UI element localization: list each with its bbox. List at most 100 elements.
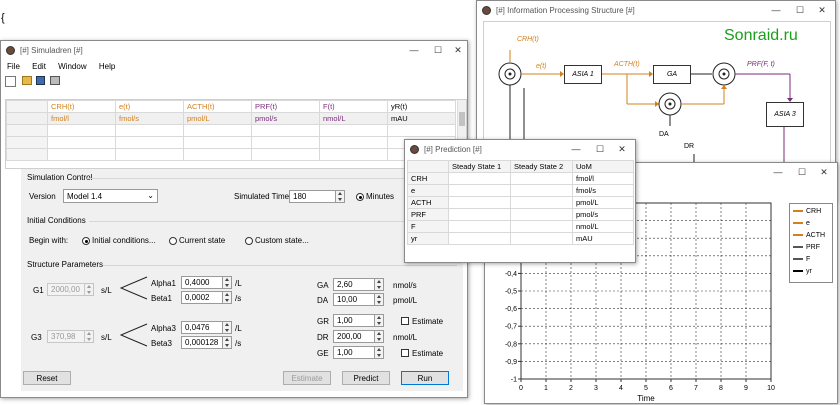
maximize-icon[interactable]: ☐ (593, 143, 607, 156)
ge-stepper[interactable] (375, 346, 384, 359)
close-icon[interactable]: ✕ (451, 44, 465, 57)
table-row[interactable]: PRF pmol/s (407, 208, 634, 221)
table-row[interactable]: CRH fmol/l (407, 172, 634, 185)
col-header[interactable]: Steady State 2 (510, 160, 573, 173)
ga-block[interactable]: GA (653, 65, 691, 84)
version-select[interactable]: Model 1.4 ⌄ (63, 189, 158, 203)
col-header[interactable]: UoM (572, 160, 634, 173)
maximize-icon[interactable]: ☐ (793, 4, 807, 17)
table-row[interactable] (6, 124, 456, 137)
menu-window[interactable]: Window (58, 62, 86, 71)
close-icon[interactable]: ✕ (815, 4, 829, 17)
table-row[interactable]: ACTH pmol/L (407, 196, 634, 209)
table-row[interactable] (6, 136, 456, 149)
scrollbar-thumb[interactable] (459, 112, 465, 126)
beta1-input[interactable] (181, 291, 223, 304)
data-grid: CRH(t) e(t) ACTH(t) PRF(t) F(t) yR(t) fm… (6, 100, 456, 161)
legend-item: PRF (793, 244, 820, 254)
da-stepper[interactable] (375, 293, 384, 306)
alpha1-input[interactable] (181, 276, 223, 289)
ga-input[interactable] (333, 278, 375, 291)
g3-input (47, 330, 85, 343)
asia3-block[interactable]: ASIA 3 (766, 102, 804, 127)
custom-state-radio[interactable] (245, 237, 253, 245)
table-row[interactable]: Fnmol/L (407, 220, 634, 233)
table-row[interactable]: e fmol/s (407, 184, 634, 197)
menu-file[interactable]: File (7, 62, 20, 71)
open-icon[interactable] (22, 76, 32, 85)
estimate-button[interactable]: Estimate (283, 371, 331, 385)
reset-button[interactable]: Reset (23, 371, 71, 385)
minimize-icon[interactable]: — (569, 143, 583, 156)
custom-state-option[interactable]: Custom state... (255, 236, 309, 245)
ge-input[interactable] (333, 346, 375, 359)
legend-label: F (806, 256, 811, 263)
legend-item: e (793, 220, 810, 230)
minimize-icon[interactable]: — (769, 4, 783, 17)
dr-input[interactable] (333, 330, 375, 343)
beta1-stepper[interactable] (223, 291, 232, 304)
maximize-icon[interactable]: ☐ (431, 44, 445, 57)
x-tick-label: 3 (594, 385, 598, 392)
table-row[interactable]: yr mAU (407, 232, 634, 245)
menu-help[interactable]: Help (99, 62, 115, 71)
current-state-option[interactable]: Current state (179, 236, 225, 245)
table-row[interactable] (6, 148, 456, 161)
diagram-title: [#] Information Processing Structure [#] (496, 6, 635, 15)
ga-stepper[interactable] (375, 278, 384, 291)
gr-input[interactable] (333, 314, 375, 327)
init-conditions-option[interactable]: Initial conditions... (92, 236, 156, 245)
predict-button[interactable]: Predict (342, 371, 390, 385)
maximize-icon[interactable]: ☐ (795, 166, 809, 179)
run-button[interactable]: Run (401, 371, 449, 385)
minimize-icon[interactable]: — (407, 44, 421, 57)
col-header[interactable]: F(t) (319, 100, 388, 113)
prediction-titlebar[interactable]: [#] Prediction [#] — ☐ ✕ (405, 140, 635, 160)
init-conditions-radio[interactable] (82, 237, 90, 245)
alpha3-input[interactable] (181, 321, 223, 334)
prediction-title: [#] Prediction [#] (424, 145, 482, 154)
close-icon[interactable]: ✕ (615, 143, 629, 156)
version-label: Version (29, 192, 56, 201)
beta3-stepper[interactable] (223, 336, 232, 349)
current-state-radio[interactable] (169, 237, 177, 245)
data-table[interactable]: CRH(t) e(t) ACTH(t) PRF(t) F(t) yR(t) fm… (5, 99, 467, 169)
beta1-label: Beta1 (151, 294, 172, 303)
units-row: fmol/l fmol/s pmol/L pmol/s nmol/L mAU (6, 112, 456, 125)
ge-label: GE (317, 349, 329, 358)
beta3-input[interactable] (181, 336, 223, 349)
col-header[interactable]: Steady State 1 (448, 160, 511, 173)
save-icon[interactable] (36, 76, 45, 85)
col-header[interactable]: ACTH(t) (183, 100, 252, 113)
close-icon[interactable]: ✕ (817, 166, 831, 179)
minutes-radio[interactable] (356, 193, 364, 201)
menu-edit[interactable]: Edit (32, 62, 46, 71)
new-icon[interactable] (5, 76, 16, 87)
asia1-block[interactable]: ASIA 1 (564, 65, 602, 84)
x-tick-label: 1 (544, 385, 548, 392)
sim-time-label: Simulated Time (234, 192, 290, 201)
alpha3-stepper[interactable] (223, 321, 232, 334)
ge-estimate-checkbox[interactable] (401, 349, 409, 357)
col-header[interactable]: PRF(t) (251, 100, 320, 113)
col-header[interactable]: yR(t) (387, 100, 456, 113)
alpha1-stepper[interactable] (223, 276, 232, 289)
gr-estimate-label: Estimate (412, 317, 444, 326)
col-header[interactable]: e(t) (115, 100, 184, 113)
col-header[interactable]: CRH(t) (47, 100, 116, 113)
sim-time-stepper[interactable] (336, 190, 345, 203)
sim-time-input[interactable] (289, 190, 336, 203)
gr-stepper[interactable] (375, 314, 384, 327)
ge-estimate-label: Estimate (412, 349, 444, 358)
legend-label: CRH (806, 208, 822, 215)
ga-unit: nmol/s (393, 281, 417, 290)
y-tick-label: -0,7 (505, 324, 517, 331)
da-label: DA (659, 131, 669, 138)
minimize-icon[interactable]: — (771, 166, 785, 179)
diagram-titlebar[interactable]: [#] Information Processing Structure [#]… (477, 1, 835, 21)
print-icon[interactable] (50, 76, 60, 85)
gr-estimate-checkbox[interactable] (401, 317, 409, 325)
da-input[interactable] (333, 293, 375, 306)
main-titlebar[interactable]: [#] Simuladren [#] — ☐ ✕ (1, 41, 467, 61)
dr-stepper[interactable] (375, 330, 384, 343)
